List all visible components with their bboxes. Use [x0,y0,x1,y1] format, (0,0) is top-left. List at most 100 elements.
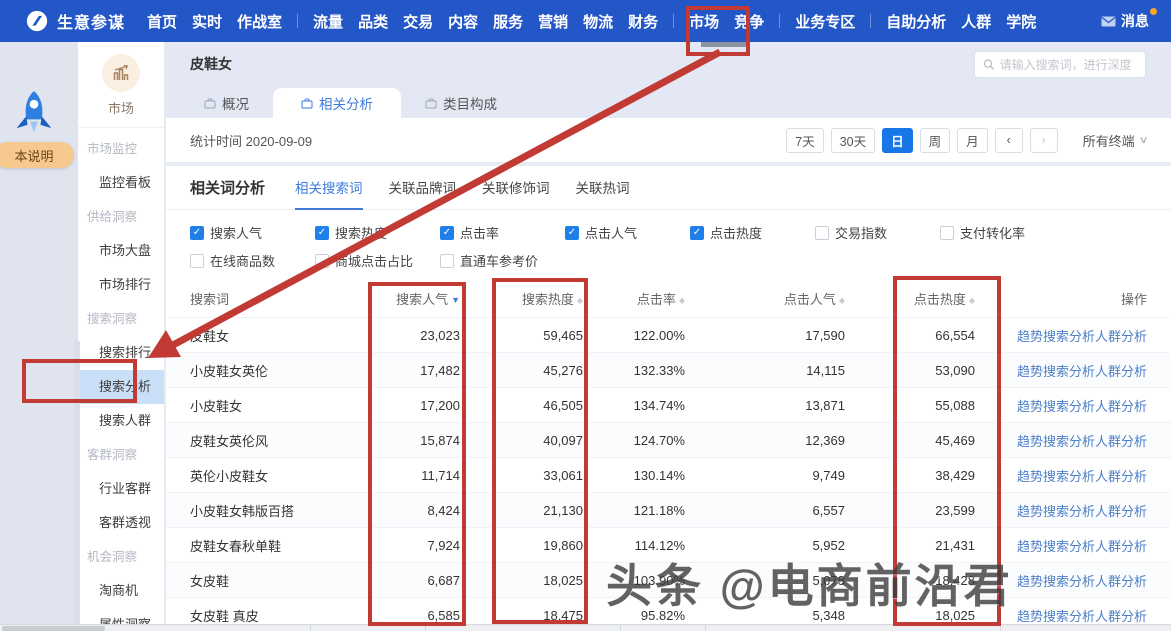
stat-time-label: 统计时间 2020-09-09 [190,131,312,150]
cell-keyword[interactable]: 英伦小皮鞋女 [190,466,370,485]
app-logo-text: 生意参谋 [57,9,125,33]
cell-search-heat: 33,061 [460,468,583,483]
cell-click-heat: 38,429 [845,468,975,483]
messages-button[interactable]: 消息 [1101,11,1149,31]
col-header-click-popularity[interactable]: 点击人气◆ [685,289,845,308]
nav-item-traffic[interactable]: 流量 [313,11,343,32]
range-30d-button[interactable]: 30天 [831,128,875,153]
metric-checkbox-click-rate[interactable]: ✓ 点击率 [440,223,565,242]
nav-item-business-zone[interactable]: 业务专区 [795,11,855,32]
divider [310,625,311,631]
nav-item-warroom[interactable]: 作战室 [237,11,282,32]
nav-item-category[interactable]: 品类 [358,11,388,32]
col-header-keyword[interactable]: 搜索词 [190,289,370,308]
nav-item-service[interactable]: 服务 [493,11,523,32]
nav-item-home[interactable]: 首页 [147,11,177,32]
cell-click-rate: 103.90% [583,573,685,588]
prev-date-button[interactable]: ‹ [995,128,1023,153]
row-action-links[interactable]: 趋势搜索分析人群分析 [975,396,1147,415]
tab-category-composition[interactable]: 类目构成 [401,88,521,118]
sort-desc-icon[interactable]: ▼ [451,295,460,305]
row-action-links[interactable]: 趋势搜索分析人群分析 [975,361,1147,380]
row-action-links[interactable]: 趋势搜索分析人群分析 [975,606,1147,625]
cell-keyword[interactable]: 皮鞋女 [190,326,370,345]
sidebar-scrollbar[interactable] [74,340,80,625]
nav-item-marketing[interactable]: 营销 [538,11,568,32]
col-header-click-heat[interactable]: 点击热度◆ [845,289,975,308]
metric-row-1: ✓ 搜索人气 ✓ 搜索热度 ✓ 点击率 ✓ 点击人气 ✓ 点击热度 [190,223,1147,242]
sidebar-item-search-analysis[interactable]: 搜索分析 [78,370,164,404]
metric-checkbox-ztc-reference-price[interactable]: 直通车参考价 [440,251,538,270]
col-header-search-popularity[interactable]: 搜索人气▼ [370,289,460,308]
nav-item-logistics[interactable]: 物流 [583,11,613,32]
sidebar-item-tao-opportunity[interactable]: 淘商机 [78,574,164,608]
nav-item-self-analysis[interactable]: 自助分析 [886,11,946,32]
cell-keyword[interactable]: 皮鞋女英伦风 [190,431,370,450]
cell-keyword[interactable]: 小皮鞋女韩版百搭 [190,501,370,520]
metric-checkbox-click-popularity[interactable]: ✓ 点击人气 [565,223,690,242]
sidebar-item-search-ranking[interactable]: 搜索排行 [78,336,164,370]
scrollbar-thumb[interactable] [2,626,105,631]
cell-click-heat: 21,431 [845,538,975,553]
row-action-links[interactable]: 趋势搜索分析人群分析 [975,536,1147,555]
row-action-links[interactable]: 趋势搜索分析人群分析 [975,326,1147,345]
nav-item-audience[interactable]: 人群 [961,11,991,32]
nav-item-academy[interactable]: 学院 [1006,11,1036,32]
app-logo[interactable]: 生意参谋 [25,9,131,33]
cell-keyword[interactable]: 女皮鞋 [190,571,370,590]
metric-checkbox-click-heat[interactable]: ✓ 点击热度 [690,223,815,242]
col-header-click-rate[interactable]: 点击率◆ [583,289,685,308]
nav-item-finance[interactable]: 财务 [628,11,658,32]
row-action-links[interactable]: 趋势搜索分析人群分析 [975,466,1147,485]
granularity-day-button[interactable]: 日 [882,128,913,153]
tab-hot-words[interactable]: 关联热词 [576,166,630,210]
col-header-search-heat[interactable]: 搜索热度◆ [460,289,583,308]
tab-brand-words[interactable]: 关联品牌词 [389,166,457,210]
nav-item-content[interactable]: 内容 [448,11,478,32]
row-action-links[interactable]: 趋势搜索分析人群分析 [975,431,1147,450]
sidebar-item-industry-customers[interactable]: 行业客群 [78,472,164,506]
nav-item-realtime[interactable]: 实时 [192,11,222,32]
metric-checkbox-payment-conversion[interactable]: 支付转化率 [940,223,1025,242]
metric-checkbox-online-items[interactable]: 在线商品数 [190,251,315,270]
nav-item-market[interactable]: 市场 [689,11,719,32]
cell-keyword[interactable]: 女皮鞋 真皮 [190,606,370,625]
nav-item-competition[interactable]: 竞争 [734,11,764,32]
granularity-month-button[interactable]: 月 [957,128,988,153]
rocket-icon[interactable] [13,89,55,144]
cell-keyword[interactable]: 小皮鞋女 [190,396,370,415]
metric-checkbox-search-popularity[interactable]: ✓ 搜索人气 [190,223,315,242]
sidebar-section-opportunity-insight: 机会洞察 [78,540,164,574]
sidebar-item-market-overview[interactable]: 市场大盘 [78,234,164,268]
range-7d-button[interactable]: 7天 [786,128,823,153]
envelope-icon [1101,16,1116,27]
row-action-links[interactable]: 趋势搜索分析人群分析 [975,571,1147,590]
sidebar-item-monitor-board[interactable]: 监控看板 [78,166,164,200]
sidebar-section-customer-insight: 客群洞察 [78,438,164,472]
cell-search-heat: 19,860 [460,538,583,553]
terminal-selector[interactable]: 所有终端 ∨ [1083,131,1147,150]
tab-related-search-words[interactable]: 相关搜索词 [295,166,363,210]
tab-related-analysis[interactable]: 相关分析 [273,88,401,118]
cell-click-heat: 45,469 [845,433,975,448]
sidebar-item-customer-perspective[interactable]: 客群透视 [78,506,164,540]
search-input[interactable] [1000,58,1137,72]
divider [705,625,706,631]
cell-keyword[interactable]: 小皮鞋女英伦 [190,361,370,380]
checkbox-unchecked-icon [440,254,454,268]
horizontal-scrollbar[interactable] [0,624,1171,631]
metric-checkbox-mall-click-share[interactable]: 商城点击占比 [315,251,440,270]
metric-checkbox-search-heat[interactable]: ✓ 搜索热度 [315,223,440,242]
metric-checkbox-trade-index[interactable]: 交易指数 [815,223,940,242]
tab-overview[interactable]: 概况 [180,88,273,118]
cell-keyword[interactable]: 皮鞋女春秋单鞋 [190,536,370,555]
row-action-links[interactable]: 趋势搜索分析人群分析 [975,501,1147,520]
version-note-tag[interactable]: 本说明 [0,142,74,168]
next-date-button[interactable]: › [1030,128,1058,153]
granularity-week-button[interactable]: 周 [920,128,951,153]
sidebar-item-market-ranking[interactable]: 市场排行 [78,268,164,302]
sidebar-item-search-audience[interactable]: 搜索人群 [78,404,164,438]
tab-modifier-words[interactable]: 关联修饰词 [482,166,550,210]
nav-item-trade[interactable]: 交易 [403,11,433,32]
table-row: 小皮鞋女英伦 17,482 45,276 132.33% 14,115 53,0… [166,352,1171,387]
